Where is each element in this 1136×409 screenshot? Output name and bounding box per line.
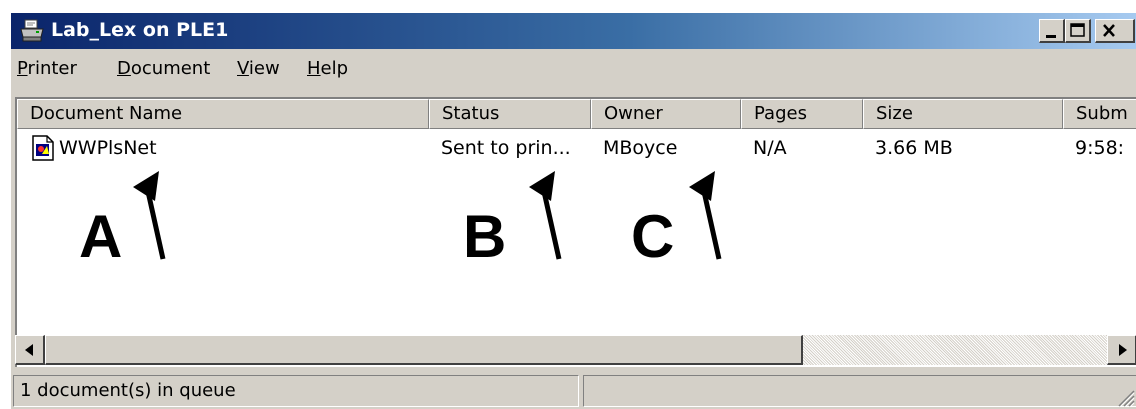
menu-printer[interactable]: Printer [17,58,77,79]
close-button[interactable] [1095,19,1135,43]
column-header-pages[interactable]: Pages [741,99,863,129]
annotation-label-a: A [79,203,123,270]
status-text: 1 document(s) in queue [13,375,579,407]
menu-help[interactable]: Help [307,58,348,79]
maximize-icon [1070,23,1085,37]
document-list[interactable]: Document Name Status Owner Pages Size Su… [15,97,1136,367]
maximize-button[interactable] [1065,19,1091,43]
status-bar: 1 document(s) in queue [11,369,1136,409]
column-header-row: Document Name Status Owner Pages Size Su… [17,99,1136,129]
annotation-label-c: C [631,203,675,270]
cell-submitted: 9:58: [1075,137,1125,159]
window-title: Lab_Lex on PLE1 [51,19,229,41]
arrow-up-icon [529,171,562,260]
menu-view[interactable]: View [237,58,280,79]
close-icon [1103,24,1115,37]
arrow-up-icon [133,171,166,260]
column-header-document-name[interactable]: Document Name [17,99,429,129]
menu-bar: Printer Document View Help [11,49,1136,87]
resize-grip-icon[interactable] [1115,387,1135,407]
column-header-status[interactable]: Status [429,99,591,129]
scroll-right-icon [1119,344,1127,356]
cell-owner: MBoyce [603,137,678,159]
column-header-submitted[interactable]: Subm [1063,99,1136,129]
document-icon [32,135,54,161]
scroll-left-button[interactable] [15,335,45,365]
status-pane-secondary [583,375,1136,407]
title-bar[interactable]: Lab_Lex on PLE1 [11,13,1136,49]
column-header-owner[interactable]: Owner [591,99,741,129]
cell-size: 3.66 MB [875,137,953,159]
cell-document-name: WWPlsNet [59,137,157,159]
scroll-right-button[interactable] [1107,335,1136,365]
cell-pages: N/A [753,137,787,159]
menu-document[interactable]: Document [117,58,210,79]
annotation-label-b: B [463,203,507,270]
print-queue-window: Lab_Lex on PLE1 Printer Document View He… [10,12,1136,409]
scroll-thumb[interactable] [45,335,803,365]
column-header-size[interactable]: Size [863,99,1063,129]
cell-status: Sent to prin... [441,137,571,159]
scroll-left-icon [25,344,33,356]
arrow-up-icon [689,171,722,260]
printer-icon [20,19,44,42]
horizontal-scrollbar[interactable] [15,335,1136,365]
minimize-button[interactable] [1039,19,1065,43]
minimize-icon [1046,35,1056,38]
